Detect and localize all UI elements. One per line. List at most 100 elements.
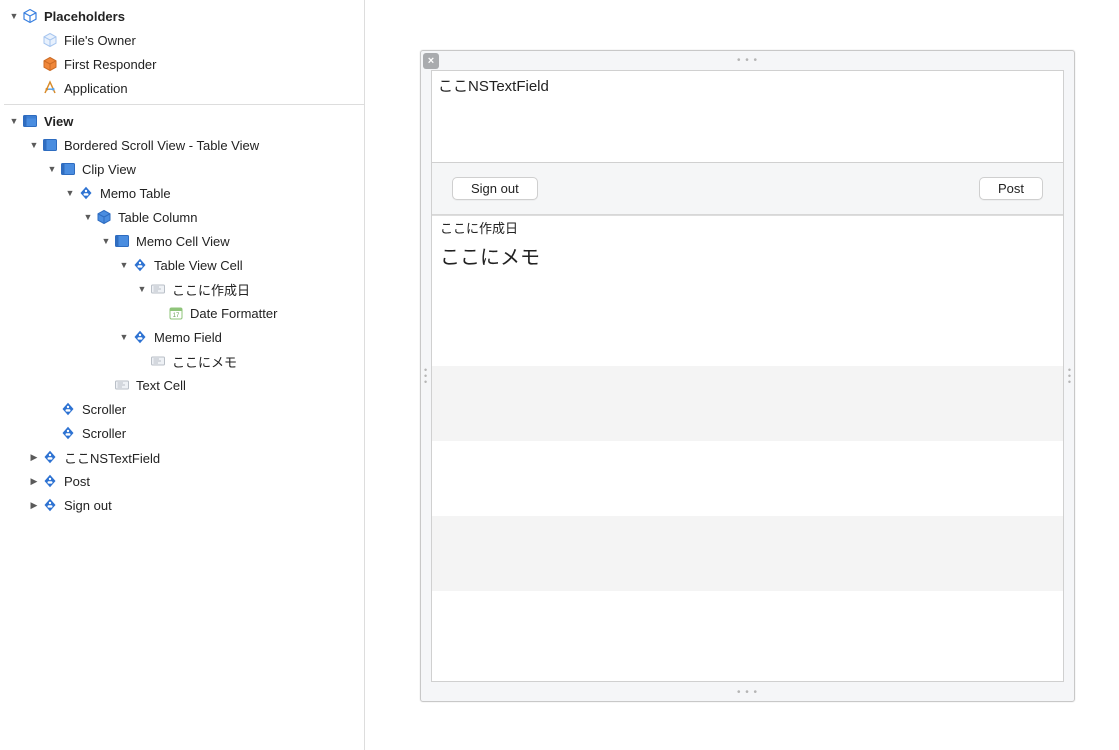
- table-column-label: Table Column: [118, 210, 198, 225]
- disclosure-open-icon[interactable]: ▼: [118, 259, 130, 271]
- outline-item-memo-field[interactable]: ▼ Memo Field: [0, 325, 364, 349]
- autolayout-icon: [60, 425, 76, 441]
- disclosure-open-icon[interactable]: ▼: [82, 211, 94, 223]
- first-responder-label: First Responder: [64, 57, 156, 72]
- resize-grip-left-icon[interactable]: •••: [424, 367, 427, 385]
- outline-item-view[interactable]: ▼ View: [0, 109, 364, 133]
- memo-text-label: ここにメモ: [440, 241, 1055, 270]
- resize-grip-right-icon[interactable]: •••: [1068, 367, 1071, 385]
- placeholders-label: Placeholders: [44, 9, 125, 24]
- outline-item-date-formatter[interactable]: ▶ 17 Date Formatter: [0, 301, 364, 325]
- outline-item-application[interactable]: ▶ Application: [0, 76, 364, 100]
- disclosure-open-icon[interactable]: ▼: [46, 163, 58, 175]
- outline-item-scroller-2[interactable]: ▶ Scroller: [0, 421, 364, 445]
- disclosure-open-icon[interactable]: ▼: [100, 235, 112, 247]
- disclosure-closed-icon[interactable]: ▶: [28, 475, 40, 487]
- memo-cell-view-label: Memo Cell View: [136, 234, 230, 249]
- resize-grip-top-icon[interactable]: • • •: [421, 55, 1074, 66]
- view-icon: [114, 233, 130, 249]
- table-row[interactable]: [432, 441, 1063, 516]
- created-label-text: ここに作成日: [172, 280, 250, 299]
- divider: [4, 104, 364, 105]
- outline-item-post[interactable]: ▶ Post: [0, 469, 364, 493]
- autolayout-icon: [132, 257, 148, 273]
- root-view[interactable]: ここNSTextField Sign out Post ここに作成日 ここにメモ: [431, 70, 1064, 682]
- memo-table-label: Memo Table: [100, 186, 171, 201]
- disclosure-closed-icon[interactable]: ▶: [28, 451, 40, 463]
- autolayout-icon: [42, 449, 58, 465]
- nstextfield-label: ここNSTextField: [64, 448, 160, 467]
- cube-outline-icon: [22, 8, 38, 24]
- outline-item-memo-table[interactable]: ▼ Memo Table: [0, 181, 364, 205]
- table-row[interactable]: ここに作成日 ここにメモ: [432, 216, 1063, 291]
- nib-view-frame[interactable]: × • • • • • • ••• ••• ここNSTextField Sign…: [420, 50, 1075, 702]
- memo-field-label: Memo Field: [154, 330, 222, 345]
- view-icon: [22, 113, 38, 129]
- memo-cell-text-label: ここにメモ: [172, 352, 237, 371]
- autolayout-icon: [42, 497, 58, 513]
- clip-view-label: Clip View: [82, 162, 136, 177]
- view-icon: [60, 161, 76, 177]
- view-label: View: [44, 114, 73, 129]
- scroller2-label: Scroller: [82, 426, 126, 441]
- table-row[interactable]: [432, 291, 1063, 366]
- application-a-icon: [42, 80, 58, 96]
- disclosure-open-icon[interactable]: ▼: [8, 115, 20, 127]
- outline-item-scroller-1[interactable]: ▶ Scroller: [0, 397, 364, 421]
- autolayout-icon: [132, 329, 148, 345]
- outline-item-clip-view[interactable]: ▼ Clip View: [0, 157, 364, 181]
- table-row[interactable]: [432, 591, 1063, 666]
- sign-out-item-label: Sign out: [64, 498, 112, 513]
- text-cell-label: Text Cell: [136, 378, 186, 393]
- outline-item-memo-cell-text[interactable]: ▶ ここにメモ: [0, 349, 364, 373]
- textfield-icon: [114, 377, 130, 393]
- memo-date-label: ここに作成日: [440, 218, 1055, 237]
- disclosure-open-icon[interactable]: ▼: [28, 139, 40, 151]
- autolayout-icon: [42, 473, 58, 489]
- outline-item-first-responder[interactable]: ▶ First Responder: [0, 52, 364, 76]
- outline-item-nstextfield[interactable]: ▶ ここNSTextField: [0, 445, 364, 469]
- resize-grip-bottom-icon[interactable]: • • •: [421, 687, 1074, 698]
- outline-item-bordered-scroll-view[interactable]: ▼ Bordered Scroll View - Table View: [0, 133, 364, 157]
- scroller1-label: Scroller: [82, 402, 126, 417]
- application-label: Application: [64, 81, 128, 96]
- bordered-scroll-view-label: Bordered Scroll View - Table View: [64, 138, 259, 153]
- textfield-icon: [150, 353, 166, 369]
- nstextfield-input[interactable]: ここNSTextField: [432, 71, 1063, 163]
- outline-item-table-view-cell[interactable]: ▼ Table View Cell: [0, 253, 364, 277]
- cube-light-icon: [42, 32, 58, 48]
- disclosure-open-icon[interactable]: ▼: [136, 283, 148, 295]
- table-view-cell-label: Table View Cell: [154, 258, 243, 273]
- table-row[interactable]: [432, 366, 1063, 441]
- calendar-icon: 17: [168, 305, 184, 321]
- document-outline: ▼ Placeholders ▶ File's Owner ▶ First Re…: [0, 0, 365, 750]
- svg-text:17: 17: [173, 313, 180, 319]
- autolayout-icon: [78, 185, 94, 201]
- autolayout-icon: [60, 401, 76, 417]
- textfield-icon: [150, 281, 166, 297]
- nstextfield-value: ここNSTextField: [438, 78, 549, 95]
- outline-item-files-owner[interactable]: ▶ File's Owner: [0, 28, 364, 52]
- outline-item-created-label[interactable]: ▼ ここに作成日: [0, 277, 364, 301]
- post-button[interactable]: Post: [979, 177, 1043, 200]
- cube-orange-icon: [42, 56, 58, 72]
- disclosure-open-icon[interactable]: ▼: [8, 10, 20, 22]
- disclosure-closed-icon[interactable]: ▶: [28, 499, 40, 511]
- disclosure-open-icon[interactable]: ▼: [64, 187, 76, 199]
- disclosure-open-icon[interactable]: ▼: [118, 331, 130, 343]
- sign-out-button[interactable]: Sign out: [452, 177, 538, 200]
- outline-item-memo-cell-view[interactable]: ▼ Memo Cell View: [0, 229, 364, 253]
- files-owner-label: File's Owner: [64, 33, 136, 48]
- outline-item-text-cell[interactable]: ▶ Text Cell: [0, 373, 364, 397]
- outline-item-placeholders[interactable]: ▼ Placeholders: [0, 4, 364, 28]
- post-item-label: Post: [64, 474, 90, 489]
- memo-table-view[interactable]: ここに作成日 ここにメモ: [432, 215, 1063, 681]
- table-row[interactable]: [432, 516, 1063, 591]
- view-icon: [42, 137, 58, 153]
- interface-builder-canvas: × • • • • • • ••• ••• ここNSTextField Sign…: [365, 0, 1119, 750]
- date-formatter-label: Date Formatter: [190, 306, 277, 321]
- toolbar-row: Sign out Post: [432, 163, 1063, 215]
- cube-blue-icon: [96, 209, 112, 225]
- outline-item-table-column[interactable]: ▼ Table Column: [0, 205, 364, 229]
- outline-item-sign-out[interactable]: ▶ Sign out: [0, 493, 364, 517]
